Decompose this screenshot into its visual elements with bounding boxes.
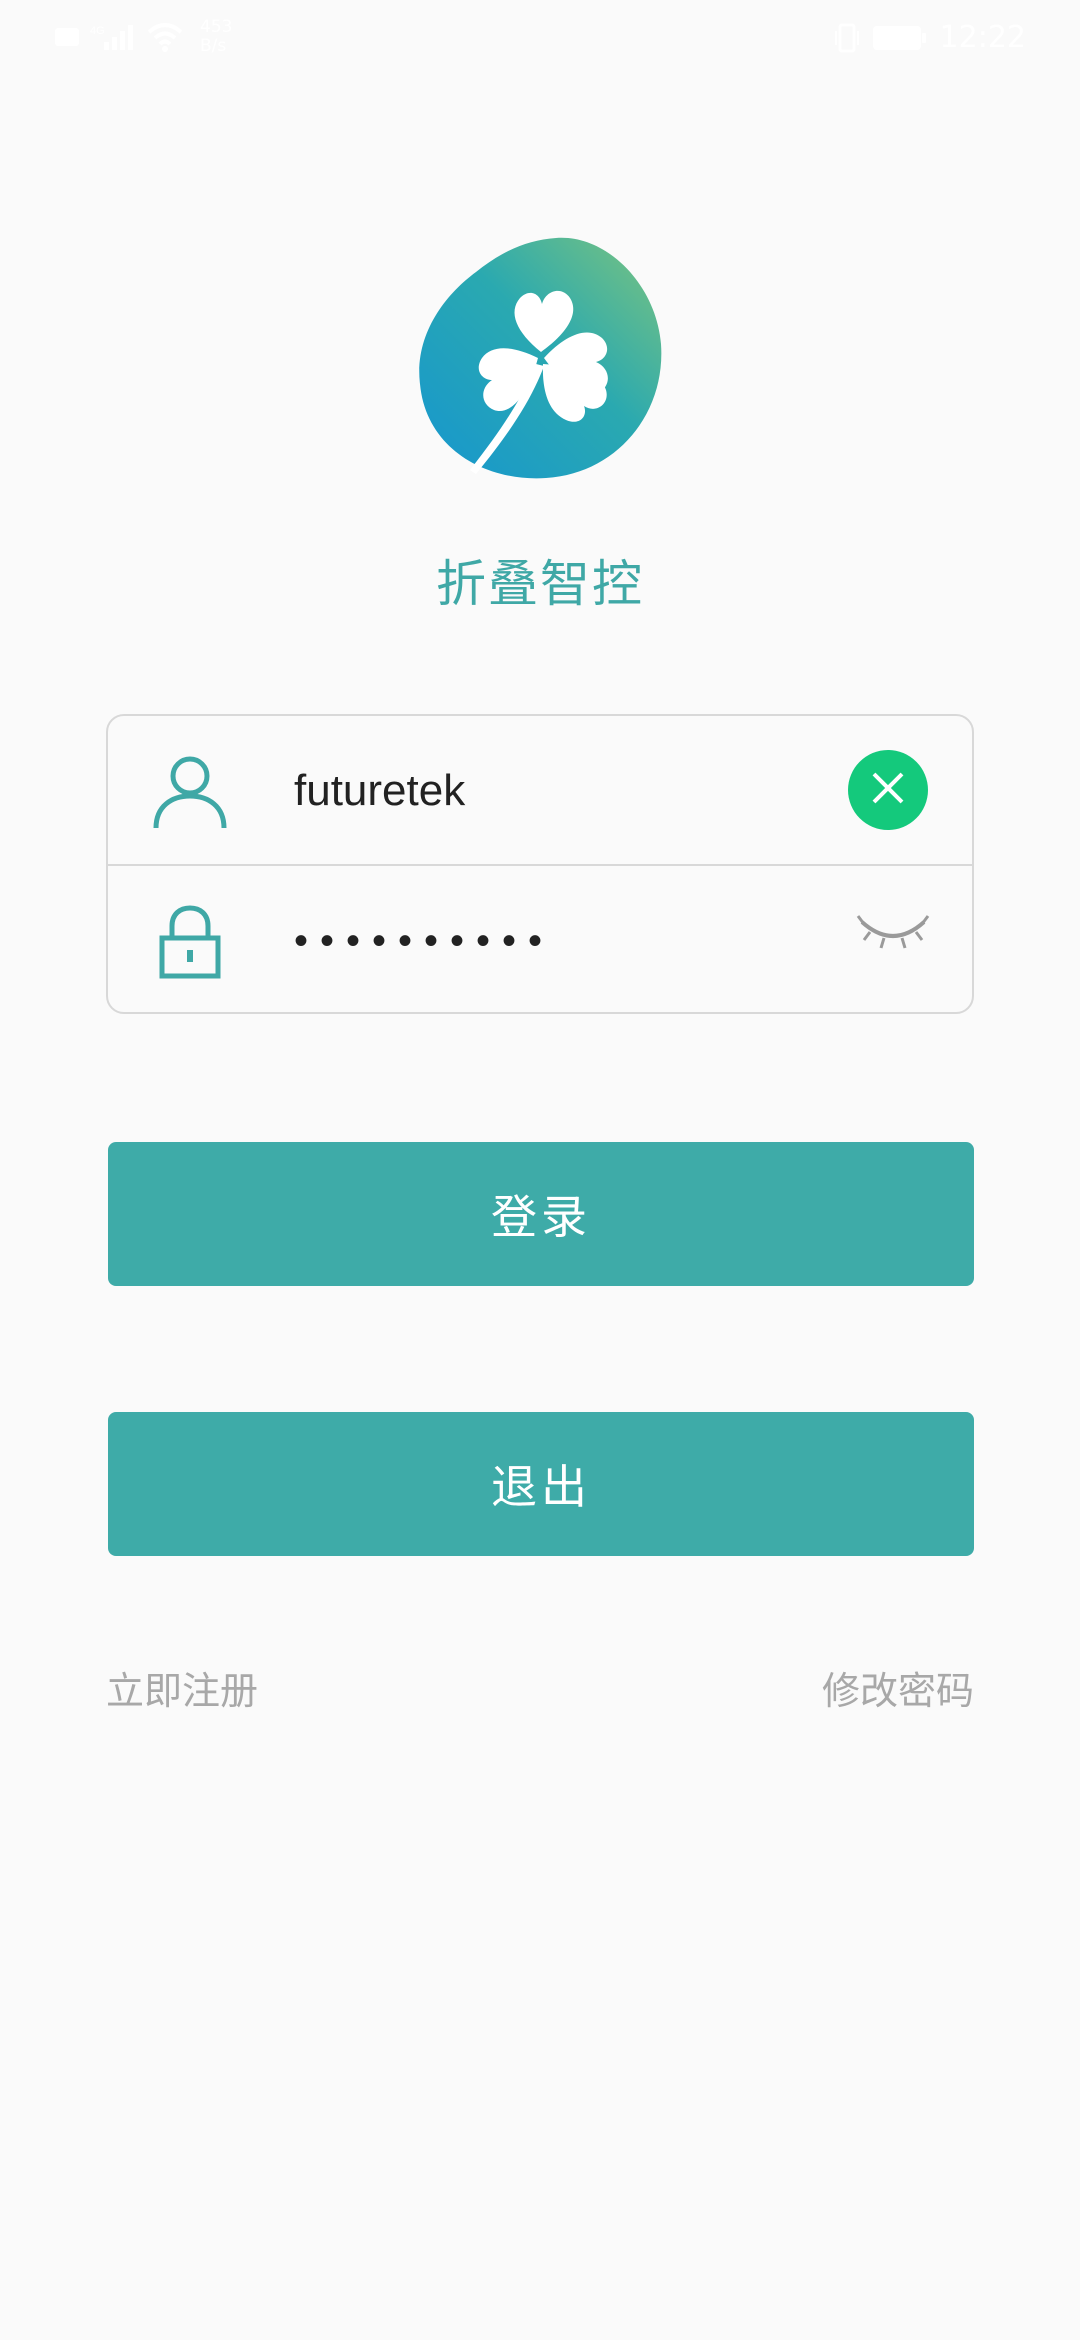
status-right: 98 12:22 <box>834 20 1026 55</box>
status-left: 4G 453 B/s <box>54 18 232 56</box>
exit-button[interactable]: 退出 <box>108 1412 974 1556</box>
speed-unit: B/s <box>200 36 227 56</box>
login-button[interactable]: 登录 <box>108 1142 974 1286</box>
notification-icon <box>54 25 80 49</box>
eye-closed-icon <box>856 915 930 962</box>
vibrate-icon <box>834 23 860 53</box>
clear-username-button[interactable] <box>848 750 928 830</box>
clear-icon <box>868 768 908 812</box>
speed-value: 453 <box>200 17 233 37</box>
battery-icon <box>872 24 928 52</box>
network-speed: 453 B/s <box>200 18 232 56</box>
clock: 12:22 <box>939 20 1026 55</box>
register-link[interactable]: 立即注册 <box>106 1660 258 1715</box>
app-name: 折叠智控 <box>436 555 644 613</box>
app-logo <box>416 234 666 482</box>
change-password-link[interactable]: 修改密码 <box>822 1660 974 1715</box>
login-form <box>106 714 974 1014</box>
password-input[interactable] <box>284 906 824 976</box>
username-row <box>108 716 972 864</box>
lock-icon <box>152 904 228 980</box>
status-bar: 4G 453 B/s 12:22 <box>0 0 1080 72</box>
wifi-icon <box>146 22 184 52</box>
signal-icon: 4G <box>90 22 136 52</box>
user-icon <box>152 754 228 830</box>
toggle-password-visibility-button[interactable] <box>856 908 930 958</box>
password-row <box>108 866 972 1014</box>
username-input[interactable] <box>284 756 824 826</box>
svg-text:4G: 4G <box>90 25 105 37</box>
